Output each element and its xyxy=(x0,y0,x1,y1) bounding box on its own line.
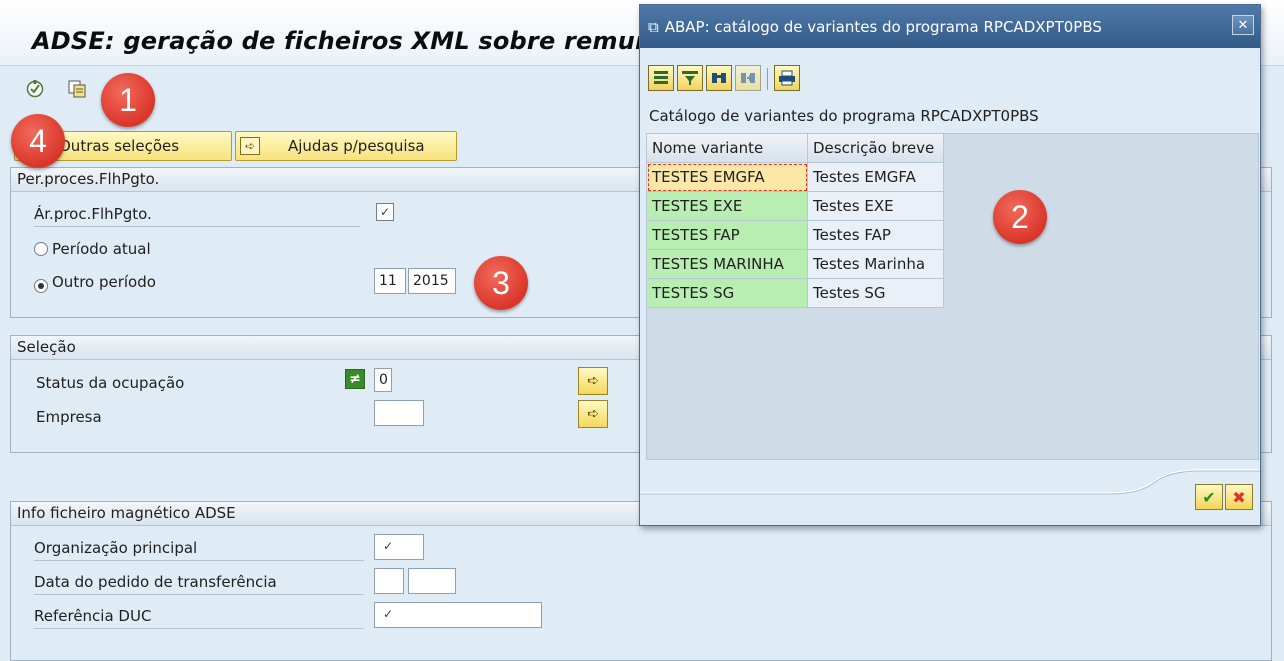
get-variant-icon[interactable] xyxy=(67,79,87,99)
table-row-name[interactable]: TESTES EXE xyxy=(647,192,808,221)
multiple-selection-button[interactable]: ➪ xyxy=(578,400,608,428)
current-period-option[interactable]: Período atual xyxy=(34,240,151,258)
cancel-icon[interactable]: ✖ xyxy=(1225,484,1253,510)
variant-catalog-dialog: ⧉ ABAP: catálogo de variantes do program… xyxy=(639,4,1261,526)
table-row-description[interactable]: Testes EXE xyxy=(808,192,944,221)
arrow-right-icon: ➪ xyxy=(240,137,260,155)
other-period-label: Outro período xyxy=(52,273,156,291)
company-input[interactable] xyxy=(374,400,424,426)
org-input[interactable]: ✓ xyxy=(374,534,424,560)
marker-1: 1 xyxy=(101,73,155,127)
column-header-description[interactable]: Descrição breve xyxy=(808,134,944,163)
print-icon[interactable] xyxy=(774,65,800,91)
table-row-description[interactable]: Testes SG xyxy=(808,279,944,308)
date-input[interactable] xyxy=(374,568,404,594)
current-period-radio[interactable] xyxy=(34,242,48,256)
execute-icon[interactable] xyxy=(25,79,45,99)
org-checkbox[interactable]: ✓ xyxy=(380,538,396,554)
find-next-icon[interactable] xyxy=(735,65,761,91)
status-label: Status da ocupação xyxy=(36,374,185,392)
time-input[interactable] xyxy=(408,568,456,594)
table-row-name[interactable]: TESTES MARINHA xyxy=(647,250,808,279)
table-row-description[interactable]: Testes EMGFA xyxy=(808,163,944,192)
current-period-label: Período atual xyxy=(52,240,151,258)
toolbar-separator xyxy=(767,68,768,90)
confirm-icon[interactable]: ✔ xyxy=(1195,484,1223,510)
ref-input[interactable]: ✓ xyxy=(374,602,542,628)
close-icon[interactable]: ✕ xyxy=(1232,15,1254,35)
not-equal-icon[interactable]: ≠ xyxy=(345,369,365,389)
other-period-option[interactable]: Outro período xyxy=(34,273,156,293)
ref-checkbox[interactable]: ✓ xyxy=(380,606,396,622)
table-row-name[interactable]: TESTES EMGFA xyxy=(647,163,808,192)
dialog-window-icon: ⧉ xyxy=(648,17,659,36)
table-row-description[interactable]: Testes Marinha xyxy=(808,250,944,279)
period-month-input[interactable]: 11 xyxy=(374,268,406,294)
ref-label: Referência DUC xyxy=(34,607,364,629)
column-header-name[interactable]: Nome variante xyxy=(647,134,808,163)
dialog-title-bar: ⧉ ABAP: catálogo de variantes do program… xyxy=(640,5,1260,48)
sort-ascending-icon[interactable] xyxy=(648,65,674,91)
dialog-title: ABAP: catálogo de variantes do programa … xyxy=(664,17,1102,36)
table-row-description[interactable]: Testes FAP xyxy=(808,221,944,250)
date-label: Data do pedido de transferência xyxy=(34,573,364,595)
area-checkbox[interactable]: ✓ xyxy=(376,203,394,221)
dialog-footer-curve xyxy=(640,469,1260,495)
company-label: Empresa xyxy=(36,408,102,426)
page-title: ADSE: geração de ficheiros XML sobre rem… xyxy=(32,27,681,55)
other-period-radio[interactable] xyxy=(34,279,48,293)
table-row-name[interactable]: TESTES SG xyxy=(647,279,808,308)
dialog-subtitle: Catálogo de variantes do programa RPCADX… xyxy=(649,107,1039,125)
table-row-name[interactable]: TESTES FAP xyxy=(647,221,808,250)
other-selections-label: Outras seleções xyxy=(59,137,180,155)
variants-table: Nome variante Descrição breve TESTES EMG… xyxy=(646,133,1259,460)
search-help-label: Ajudas p/pesquisa xyxy=(288,137,425,155)
multiple-selection-button[interactable]: ➪ xyxy=(578,367,608,395)
status-input[interactable]: 0 xyxy=(374,368,392,392)
find-icon[interactable] xyxy=(706,65,732,91)
filter-icon[interactable] xyxy=(677,65,703,91)
period-year-input[interactable]: 2015 xyxy=(408,268,456,294)
marker-4: 4 xyxy=(11,114,65,168)
marker-3: 3 xyxy=(474,256,528,310)
org-label: Organização principal xyxy=(34,539,364,561)
search-help-button[interactable]: ➪ Ajudas p/pesquisa xyxy=(235,131,457,161)
area-label: Ár.proc.FlhPgto. xyxy=(34,205,360,227)
marker-2: 2 xyxy=(993,190,1047,244)
